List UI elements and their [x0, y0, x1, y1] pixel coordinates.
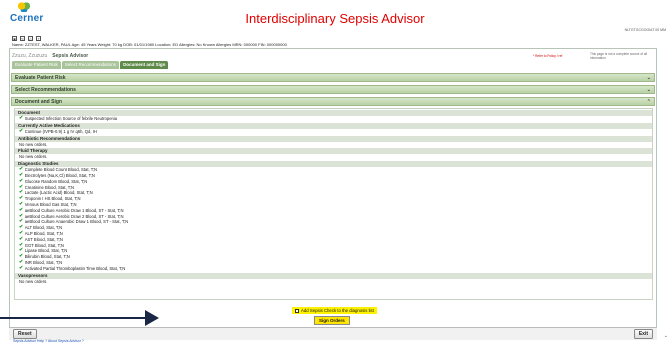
footer-bar	[9, 327, 657, 340]
section-label: Evaluate Patient Risk	[15, 75, 66, 81]
diagnostic-list: ✔ Complete Blood Count Blood, Stat, T;N ✔ E…	[15, 166, 652, 272]
tab-evaluate-patient-risk[interactable]: Evaluate Patient Risk	[12, 61, 61, 69]
check-icon: ✔	[19, 264, 24, 271]
section-label: Select Recommendations	[15, 87, 76, 93]
exit-button[interactable]: Exit	[633, 329, 653, 339]
section-label: Document and Sign	[15, 99, 62, 105]
item-text: Continue (IVPB-0.9) 1 g IV q6h, Qd, IH	[24, 128, 97, 134]
tab-select-recommendations[interactable]: Select Recommendations	[61, 61, 120, 69]
header-right-info: NLTGTGCGOOIAT 00 MM	[624, 28, 666, 32]
patient-banner: Name: ZZTEST, WALKER, PAUL Age: 45 Years…	[12, 42, 287, 47]
workflow-tabs: Evaluate Patient Risk Select Recommendat…	[12, 61, 169, 69]
sepsis-diagnosis-checkbox[interactable]: Add Sepsis Check to the diagnosis list	[292, 307, 377, 314]
refresh-icon[interactable]: ↻	[20, 36, 25, 41]
patient-label: Zzuzu, Zzuzuzu	[12, 53, 48, 59]
print-icon[interactable]: ⎙	[28, 36, 33, 41]
chevron-down-icon[interactable]: ⌄	[647, 74, 651, 83]
document-and-sign-content: Document ✔ Suspected Infection Source of …	[14, 108, 653, 300]
footer-links[interactable]: Sepsis Advisor Help ? About Sepsis Advis…	[13, 339, 84, 343]
app-name: Sepsis Advisor	[52, 53, 89, 59]
subheader: Zzuzu, Zzuzuzu Sepsis Advisor * Refer to…	[12, 52, 652, 60]
help-icon[interactable]: ?	[36, 36, 41, 41]
list-item: ✔ Suspected Infection Source of febrile N…	[15, 115, 652, 122]
policy-note[interactable]: * Refer to Policy / ref	[533, 54, 562, 58]
annotation-arrow-line	[0, 317, 146, 319]
tab-document-and-sign[interactable]: Document and Sign	[120, 61, 169, 69]
checkbox[interactable]	[295, 308, 299, 313]
checkbox-label: Add Sepsis Check to the diagnosis list	[301, 308, 374, 313]
scroll-down-icon[interactable]: ⌄	[664, 333, 668, 339]
no-orders-text: No new orders.	[19, 278, 48, 284]
reset-button[interactable]: Reset	[13, 329, 37, 339]
sign-orders-button[interactable]: Sign Orders	[314, 316, 350, 325]
disclaimer-note: This page is not a complete source of al…	[590, 52, 648, 60]
toolbar: ▣ ↻ ⎙ ?	[12, 35, 41, 42]
section-document-and-sign[interactable]: Document and Sign ⌃	[11, 97, 655, 106]
section-select-recommendations[interactable]: Select Recommendations ⌄	[11, 85, 655, 94]
section-evaluate-patient-risk[interactable]: Evaluate Patient Risk ⌄	[11, 73, 655, 82]
check-icon: ✔	[19, 115, 24, 121]
no-orders-text: No new orders.	[19, 141, 48, 147]
annotation-arrow-head	[145, 310, 159, 326]
save-icon[interactable]: ▣	[12, 36, 17, 41]
item-text: Activated Partial Thromboplastin Time Bl…	[24, 265, 126, 271]
item-text: Suspected Infection Source of febrile Ne…	[24, 116, 118, 121]
list-item: ✔ Continue (IVPB-0.9) 1 g IV q6h, Qd, IH	[15, 127, 652, 135]
chevron-up-icon[interactable]: ⌃	[647, 98, 651, 107]
chevron-down-icon[interactable]: ⌄	[647, 86, 651, 95]
check-icon: ✔	[19, 127, 24, 134]
page-title: Interdisciplinary Sepsis Advisor	[245, 11, 425, 26]
no-orders-text: No new orders.	[19, 154, 48, 160]
list-item: ✔ Activated Partial Thromboplastin Time B…	[15, 264, 652, 272]
